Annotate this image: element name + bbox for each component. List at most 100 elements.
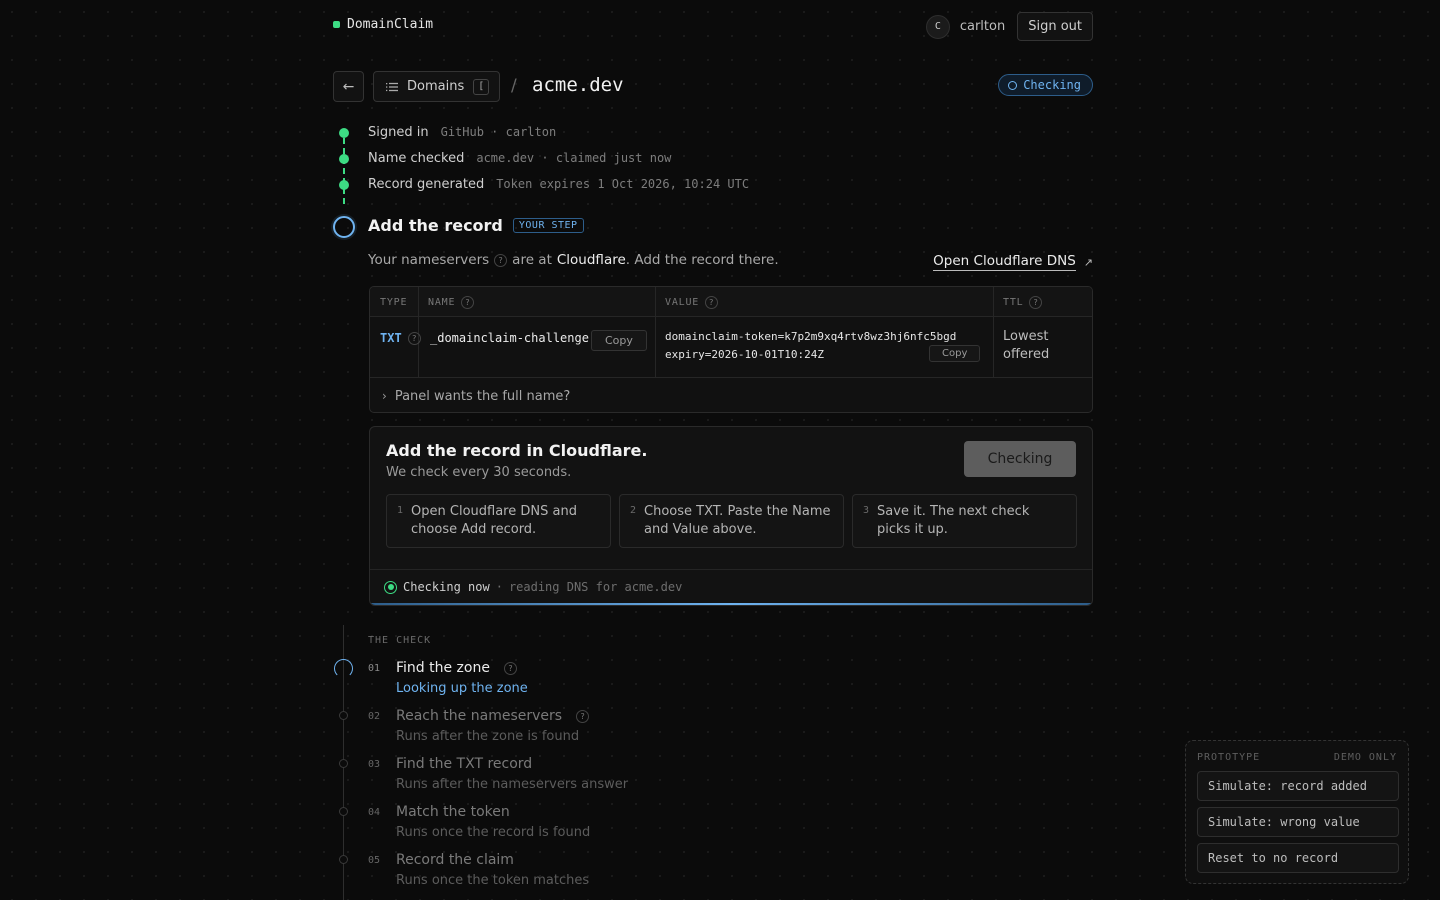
username: carlton <box>959 19 1006 34</box>
copy-value-button[interactable]: Copy <box>929 345 981 362</box>
list-icon <box>386 82 398 91</box>
help-icon[interactable]: ? <box>494 253 508 267</box>
step-meta: acme.dev · claimed just now <box>476 151 672 165</box>
breadcrumb-separator: / <box>511 76 517 96</box>
section-label: THE CHECK <box>368 635 432 646</box>
sign-out-button[interactable]: Sign out <box>1017 12 1093 41</box>
check-item: 02 Reach the nameservers ? Runs after th… <box>368 708 590 744</box>
check-number: 03 <box>368 758 381 770</box>
col-value: VALUE <box>665 296 700 308</box>
check-item: 01 Find the zone ? Looking up the zone <box>368 660 528 696</box>
done-dot-icon <box>339 128 349 138</box>
status-label: Checking <box>1023 78 1081 92</box>
step-number: 3 <box>863 505 870 516</box>
step-number: 1 <box>397 505 404 516</box>
progress-bar <box>370 603 1092 605</box>
help-icon[interactable]: ? <box>705 295 719 309</box>
check-name: Match the token <box>396 804 510 820</box>
check-number: 02 <box>368 710 381 722</box>
prototype-label: PROTOTYPE <box>1197 752 1261 763</box>
step-text: Save it. The next check picks it up. <box>877 504 1030 537</box>
instruction-step: 1 Open Cloudflare DNS and choose Add rec… <box>386 494 611 548</box>
instruction-step: 3 Save it. The next check picks it up. <box>852 494 1077 548</box>
live-status: Checking now · reading DNS for acme.dev <box>384 580 682 594</box>
domains-button[interactable]: Domains [ <box>373 71 501 102</box>
spinner-icon <box>334 659 353 678</box>
checking-button[interactable]: Checking <box>964 441 1076 477</box>
external-link-icon: ↗ <box>1083 255 1093 269</box>
action-subtitle: We check every 30 seconds. <box>386 465 572 480</box>
check-status: Runs after the nameservers answer <box>396 777 629 792</box>
reset-no-record-button[interactable]: Reset to no record <box>1197 843 1399 873</box>
check-status: Runs once the token matches <box>396 873 590 888</box>
status-badge: Checking <box>998 74 1093 96</box>
brand-dot-icon <box>333 21 340 28</box>
pending-dot-icon <box>339 759 348 768</box>
pending-dot-icon <box>339 807 348 816</box>
action-card: Add the record in Cloudflare. We check e… <box>369 426 1093 606</box>
status-detail: reading DNS for acme.dev <box>508 580 683 594</box>
action-title: Add the record in Cloudflare. <box>386 441 648 460</box>
col-type: TYPE <box>380 296 408 308</box>
status-separator: · <box>495 580 503 594</box>
live-indicator-icon <box>384 580 397 594</box>
checking-ring-icon <box>1008 80 1018 90</box>
check-number: 04 <box>368 806 381 818</box>
chevron-right-icon: › <box>382 389 387 403</box>
back-button[interactable]: ← <box>333 71 364 102</box>
check-name: Find the TXT record <box>396 756 533 772</box>
pending-dot-icon <box>339 855 348 864</box>
completed-step: Name checked acme.dev · claimed just now <box>368 151 671 166</box>
simulate-wrong-value-button[interactable]: Simulate: wrong value <box>1197 807 1399 837</box>
current-step-title: Add the record <box>368 216 503 235</box>
help-icon[interactable]: ? <box>407 331 421 345</box>
step-label: Signed in <box>368 125 429 140</box>
progress-line <box>343 138 345 204</box>
check-number: 05 <box>368 854 381 866</box>
ttl-value: Lowest <box>1003 329 1049 344</box>
table-header: TYPE NAME? VALUE? TTL? <box>370 287 1092 317</box>
help-icon[interactable]: ? <box>1029 295 1043 309</box>
brand[interactable]: DomainClaim <box>333 17 433 32</box>
demo-only-tag: DEMO ONLY <box>1333 752 1397 763</box>
page-title: acme.dev <box>532 74 624 96</box>
expander-label: Panel wants the full name? <box>394 388 571 404</box>
prototype-panel: PROTOTYPE DEMO ONLY Simulate: record add… <box>1185 740 1409 884</box>
full-name-expander[interactable]: › Panel wants the full name? <box>370 378 1092 412</box>
pending-dot-icon <box>339 711 348 720</box>
ns-suffix: . Add the record there. <box>625 252 779 268</box>
record-name[interactable]: _domainclaim-challenge <box>430 331 589 345</box>
step-label: Name checked <box>368 151 465 166</box>
simulate-record-added-button[interactable]: Simulate: record added <box>1197 771 1399 801</box>
col-name: NAME <box>428 296 456 308</box>
help-icon[interactable]: ? <box>461 295 475 309</box>
completed-step: Signed in GitHub · carlton <box>368 125 556 140</box>
open-cloudflare-dns-link[interactable]: Open Cloudflare DNS ↗ <box>933 253 1093 271</box>
status-now: Checking now <box>403 580 490 594</box>
step-text: Open Cloudflare DNS and choose Add recor… <box>411 504 577 537</box>
step-meta: GitHub · carlton <box>440 125 557 139</box>
check-status: Looking up the zone <box>396 681 528 696</box>
step-label: Record generated <box>368 177 485 192</box>
help-icon[interactable]: ? <box>576 709 590 723</box>
record-value-line[interactable]: domainclaim-token=k7p2m9xq4rtv8wz3hj6nfc… <box>665 328 956 346</box>
nameserver-info: Your nameservers ? are at Cloudflare. Ad… <box>368 252 779 268</box>
check-item: 03 Find the TXT record Runs after the na… <box>368 756 628 792</box>
col-ttl: TTL <box>1003 296 1024 308</box>
copy-name-button[interactable]: Copy <box>591 330 647 351</box>
record-value-line[interactable]: expiry=2026-10-01T10:24Z <box>665 346 956 364</box>
keyboard-shortcut: [ <box>473 78 490 95</box>
avatar[interactable]: C <box>925 14 950 39</box>
domains-label: Domains <box>407 79 465 94</box>
step-number: 2 <box>630 505 637 516</box>
dns-record-table: TYPE NAME? VALUE? TTL? TXT ? _domainclai… <box>369 286 1093 413</box>
help-icon[interactable]: ? <box>503 661 517 675</box>
brand-name: DomainClaim <box>347 17 434 32</box>
ns-mid: are at <box>512 252 552 268</box>
check-item: 04 Match the token Runs once the record … <box>368 804 590 840</box>
arrow-left-icon: ← <box>342 78 355 95</box>
user-menu: C carlton Sign out <box>925 12 1093 41</box>
check-status: Runs once the record is found <box>396 825 591 840</box>
dns-link-label: Open Cloudflare DNS <box>933 253 1076 271</box>
check-name: Record the claim <box>396 852 514 868</box>
